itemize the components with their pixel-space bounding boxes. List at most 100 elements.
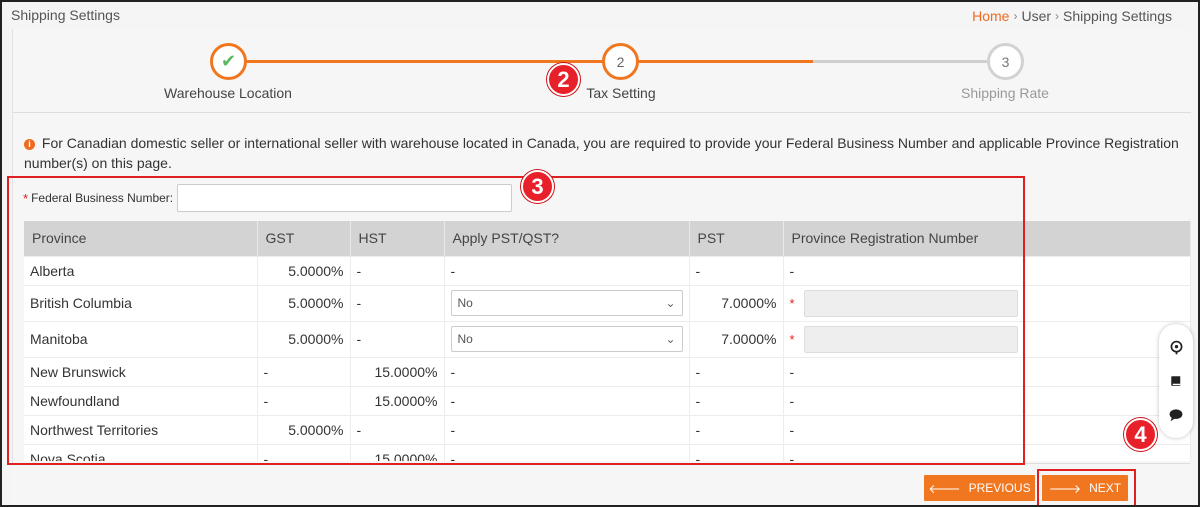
- province-cell: New Brunswick: [24, 356, 258, 386]
- hst-cell: -: [350, 255, 445, 285]
- pst-cell: 7.0000%: [689, 320, 784, 357]
- column-header-apply-pst: Apply PST/QST?: [444, 221, 690, 256]
- spacer-cell: [1024, 255, 1191, 285]
- gst-cell: 5.0000%: [257, 320, 351, 357]
- required-marker: *: [23, 190, 29, 206]
- apply-pst-select[interactable]: No ⌄: [450, 290, 683, 316]
- step-1-circle[interactable]: ✔: [210, 43, 247, 80]
- checkmark-icon: ✔: [220, 51, 237, 71]
- column-header-hst: HST: [350, 221, 445, 256]
- spacer-cell: [1024, 284, 1191, 321]
- table-header-row: Province GST HST Apply PST/QST? PST Prov…: [24, 221, 1191, 256]
- registration-cell: -: [783, 356, 1025, 386]
- pst-cell: -: [689, 385, 784, 415]
- registration-cell: -: [783, 443, 1025, 461]
- province-registration-input[interactable]: [803, 289, 1018, 317]
- step-1-label: Warehouse Location: [164, 85, 292, 101]
- apply-pst-cell: -: [444, 443, 690, 461]
- apply-pst-cell: -: [444, 385, 690, 415]
- hst-cell: -: [350, 284, 445, 321]
- registration-cell: -: [783, 255, 1025, 285]
- column-header-gst: GST: [257, 221, 351, 256]
- previous-button[interactable]: 🡐 PREVIOUS: [924, 475, 1035, 501]
- breadcrumb: Home › User › Shipping Settings: [972, 8, 1172, 24]
- apply-pst-select[interactable]: No ⌄: [450, 326, 683, 352]
- hst-cell: -: [350, 320, 445, 357]
- next-button-highlight: [1037, 469, 1136, 505]
- step-3-label: Shipping Rate: [961, 85, 1049, 101]
- province-cell: Manitoba: [24, 320, 258, 357]
- required-marker: *: [789, 295, 795, 311]
- registration-field-wrap: *: [789, 289, 1018, 317]
- table-row: British Columbia 5.0000% - No ⌄ 7.0000%: [24, 284, 1191, 321]
- canada-tax-notice: i For Canadian domestic seller or intern…: [24, 133, 1194, 173]
- column-header-registration: Province Registration Number: [783, 221, 1025, 256]
- table-row: Manitoba 5.0000% - No ⌄ 7.0000% *: [24, 320, 1191, 357]
- page-title: Shipping Settings: [11, 7, 120, 23]
- previous-button-label: PREVIOUS: [968, 481, 1031, 495]
- column-header-province: Province: [24, 221, 258, 256]
- gst-cell: -: [257, 356, 351, 386]
- province-registration-input[interactable]: [803, 325, 1018, 353]
- apply-pst-select-value: No: [457, 296, 473, 310]
- gst-cell: 5.0000%: [257, 414, 351, 444]
- breadcrumb-current: Shipping Settings: [1063, 8, 1172, 24]
- info-icon: i: [24, 139, 35, 150]
- hst-cell: 15.0000%: [350, 356, 445, 386]
- province-cell: Northwest Territories: [24, 414, 258, 444]
- registration-cell: -: [783, 414, 1025, 444]
- gst-cell: 5.0000%: [257, 255, 351, 285]
- callout-badge-3: 3: [521, 170, 554, 203]
- column-header-spacer: [1024, 221, 1191, 256]
- table-row: Newfoundland - 15.0000% - - -: [24, 385, 1191, 415]
- step-connector-active: [621, 60, 813, 63]
- apply-pst-cell: No ⌄: [444, 284, 690, 321]
- step-connector-pending: [813, 60, 988, 63]
- pst-cell: -: [689, 443, 784, 461]
- arrow-left-icon: 🡐: [928, 481, 961, 496]
- gst-cell: -: [257, 443, 351, 461]
- chevron-down-icon: ⌄: [665, 296, 676, 310]
- province-cell: Alberta: [24, 255, 258, 285]
- breadcrumb-separator: ›: [1013, 9, 1018, 23]
- federal-business-number-row: * Federal Business Number:: [23, 184, 513, 212]
- breadcrumb-user-link[interactable]: User: [1021, 8, 1051, 24]
- province-tax-table: Province GST HST Apply PST/QST? PST Prov…: [24, 221, 1191, 461]
- province-cell: British Columbia: [24, 284, 258, 321]
- gst-cell: 5.0000%: [257, 284, 351, 321]
- step-2-circle[interactable]: 2: [602, 43, 639, 80]
- required-marker: *: [789, 331, 795, 347]
- registration-field-wrap: *: [789, 325, 1018, 353]
- table-row: Alberta 5.0000% - - - -: [24, 255, 1191, 285]
- hst-cell: 15.0000%: [350, 443, 445, 461]
- registration-cell: -: [783, 385, 1025, 415]
- pst-cell: -: [689, 356, 784, 386]
- table-row: Nova Scotia - 15.0000% - - -: [24, 443, 1191, 461]
- step-3-circle[interactable]: 3: [987, 43, 1024, 80]
- apply-pst-cell: -: [444, 414, 690, 444]
- hst-cell: -: [350, 414, 445, 444]
- hst-cell: 15.0000%: [350, 385, 445, 415]
- book-icon[interactable]: [1166, 371, 1186, 391]
- federal-business-number-label: Federal Business Number:: [31, 191, 174, 205]
- chat-icon[interactable]: [1166, 405, 1186, 425]
- apply-pst-cell: No ⌄: [444, 320, 690, 357]
- spacer-cell: [1024, 443, 1191, 461]
- apply-pst-cell: -: [444, 255, 690, 285]
- pst-cell: -: [689, 255, 784, 285]
- breadcrumb-separator: ›: [1055, 9, 1060, 23]
- floating-tool-panel: [1159, 324, 1193, 438]
- apply-pst-cell: -: [444, 356, 690, 386]
- table-row: New Brunswick - 15.0000% - - -: [24, 356, 1191, 386]
- breadcrumb-home-link[interactable]: Home: [972, 8, 1009, 24]
- pst-cell: 7.0000%: [689, 284, 784, 321]
- notice-text: For Canadian domestic seller or internat…: [24, 135, 1179, 171]
- column-header-pst: PST: [689, 221, 784, 256]
- federal-business-number-input[interactable]: [177, 184, 513, 212]
- progress-stepper: ✔ 2 3 Warehouse Location Tax Setting Shi…: [13, 29, 1191, 113]
- gst-cell: -: [257, 385, 351, 415]
- registration-cell: *: [783, 284, 1025, 321]
- headset-icon[interactable]: [1166, 337, 1186, 357]
- main-content: ✔ 2 3 Warehouse Location Tax Setting Shi…: [12, 29, 1191, 505]
- apply-pst-select-value: No: [457, 332, 473, 346]
